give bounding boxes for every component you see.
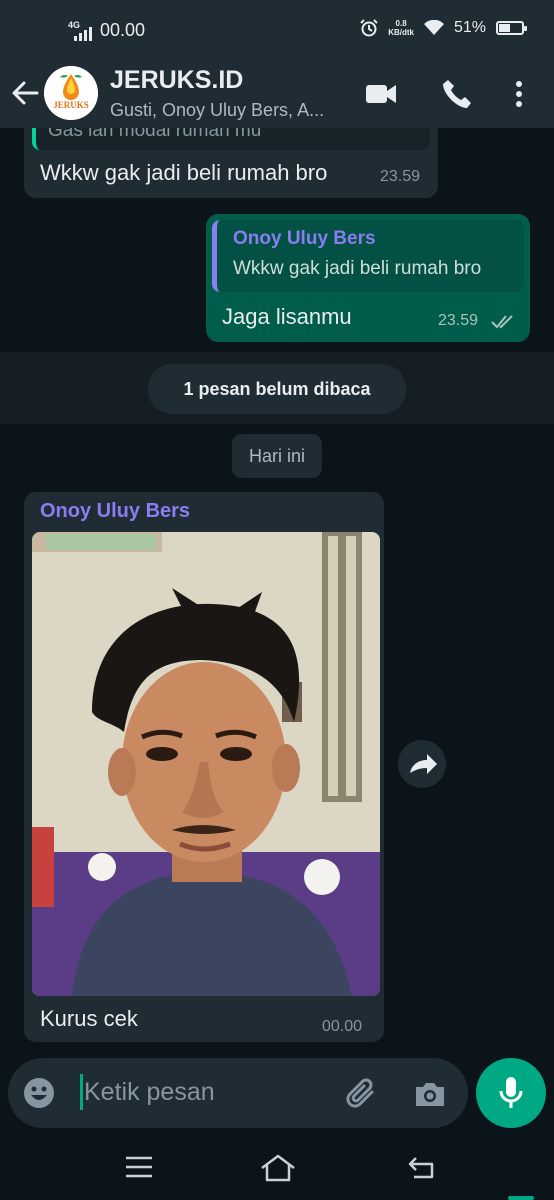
- chat-title[interactable]: JERUKS.ID: [110, 66, 243, 95]
- back-nav-icon[interactable]: [406, 1154, 438, 1180]
- image-caption: Kurus cek: [40, 1006, 138, 1031]
- message-text: Wkkw gak jadi beli rumah bro: [40, 160, 328, 185]
- group-avatar[interactable]: JERUKS: [44, 66, 98, 120]
- status-bar: 4G 00.00 0.8 KB/dtk 51%: [0, 0, 554, 60]
- video-call-icon[interactable]: [364, 77, 398, 111]
- attach-icon[interactable]: [344, 1076, 380, 1112]
- jeruks-logo-icon: JERUKS: [44, 66, 98, 120]
- date-chip: Hari ini: [232, 434, 322, 478]
- quoted-message: Gas lah modal rumah mu: [32, 128, 430, 150]
- home-icon[interactable]: [260, 1154, 296, 1182]
- message-time: 23.59: [438, 312, 479, 329]
- message-input[interactable]: Ketik pesan: [84, 1078, 215, 1107]
- voice-call-icon[interactable]: [440, 77, 474, 111]
- message-time: 23.59: [380, 168, 421, 185]
- more-options-icon[interactable]: [504, 77, 534, 111]
- message-text: Jaga lisanmu: [222, 304, 352, 329]
- microphone-icon: [499, 1077, 523, 1108]
- message-sender[interactable]: Onoy Uluy Bers: [40, 500, 190, 523]
- alarm-icon: [360, 19, 378, 37]
- back-arrow-icon[interactable]: [10, 78, 40, 108]
- message-bubble-incoming[interactable]: Gas lah modal rumah mu Wkkw gak jadi bel…: [24, 128, 438, 198]
- chat-header: JERUKS JERUKS.ID Gusti, Onoy Uluy Bers, …: [0, 60, 554, 128]
- text-cursor: [80, 1074, 83, 1110]
- image-message-bubble[interactable]: Onoy Uluy Bers Kurus cek 00.00: [24, 492, 384, 1042]
- battery-percent: 51%: [453, 19, 486, 36]
- svg-text:JERUKS: JERUKS: [53, 100, 89, 110]
- network-speed: 0.8 KB/dtk: [388, 19, 414, 37]
- message-input-bar: Ketik pesan: [8, 1058, 468, 1128]
- double-check-icon: [491, 315, 513, 329]
- portrait-photo-image: [32, 532, 380, 996]
- clock: 00.00: [100, 20, 146, 40]
- camera-icon[interactable]: [412, 1076, 448, 1112]
- unread-banner: 1 pesan belum dibaca: [0, 352, 554, 424]
- system-navigation-bar: [0, 1136, 554, 1200]
- wifi-icon: [423, 20, 444, 35]
- quoted-message[interactable]: Onoy Uluy Bers Wkkw gak jadi beli rumah …: [212, 220, 524, 292]
- recent-apps-icon[interactable]: [124, 1154, 154, 1180]
- network-signal-icon: 4G: [68, 20, 94, 41]
- quoted-sender: Onoy Uluy Bers: [233, 228, 376, 249]
- forward-button[interactable]: [398, 740, 446, 788]
- chat-subtitle[interactable]: Gusti, Onoy Uluy Bers, A...: [110, 100, 340, 121]
- message-bubble-outgoing[interactable]: Onoy Uluy Bers Wkkw gak jadi beli rumah …: [206, 214, 530, 342]
- quoted-text: Wkkw gak jadi beli rumah bro: [233, 258, 482, 279]
- message-photo[interactable]: [32, 532, 380, 996]
- emoji-icon[interactable]: [22, 1076, 56, 1110]
- gesture-indicator: [508, 1196, 534, 1200]
- voice-message-button[interactable]: [476, 1058, 546, 1128]
- message-time: 00.00: [322, 1018, 363, 1035]
- battery-icon: [496, 21, 527, 35]
- chat-area[interactable]: Gas lah modal rumah mu Wkkw gak jadi bel…: [0, 128, 554, 1050]
- forward-icon: [410, 754, 437, 774]
- unread-pill: 1 pesan belum dibaca: [148, 364, 406, 414]
